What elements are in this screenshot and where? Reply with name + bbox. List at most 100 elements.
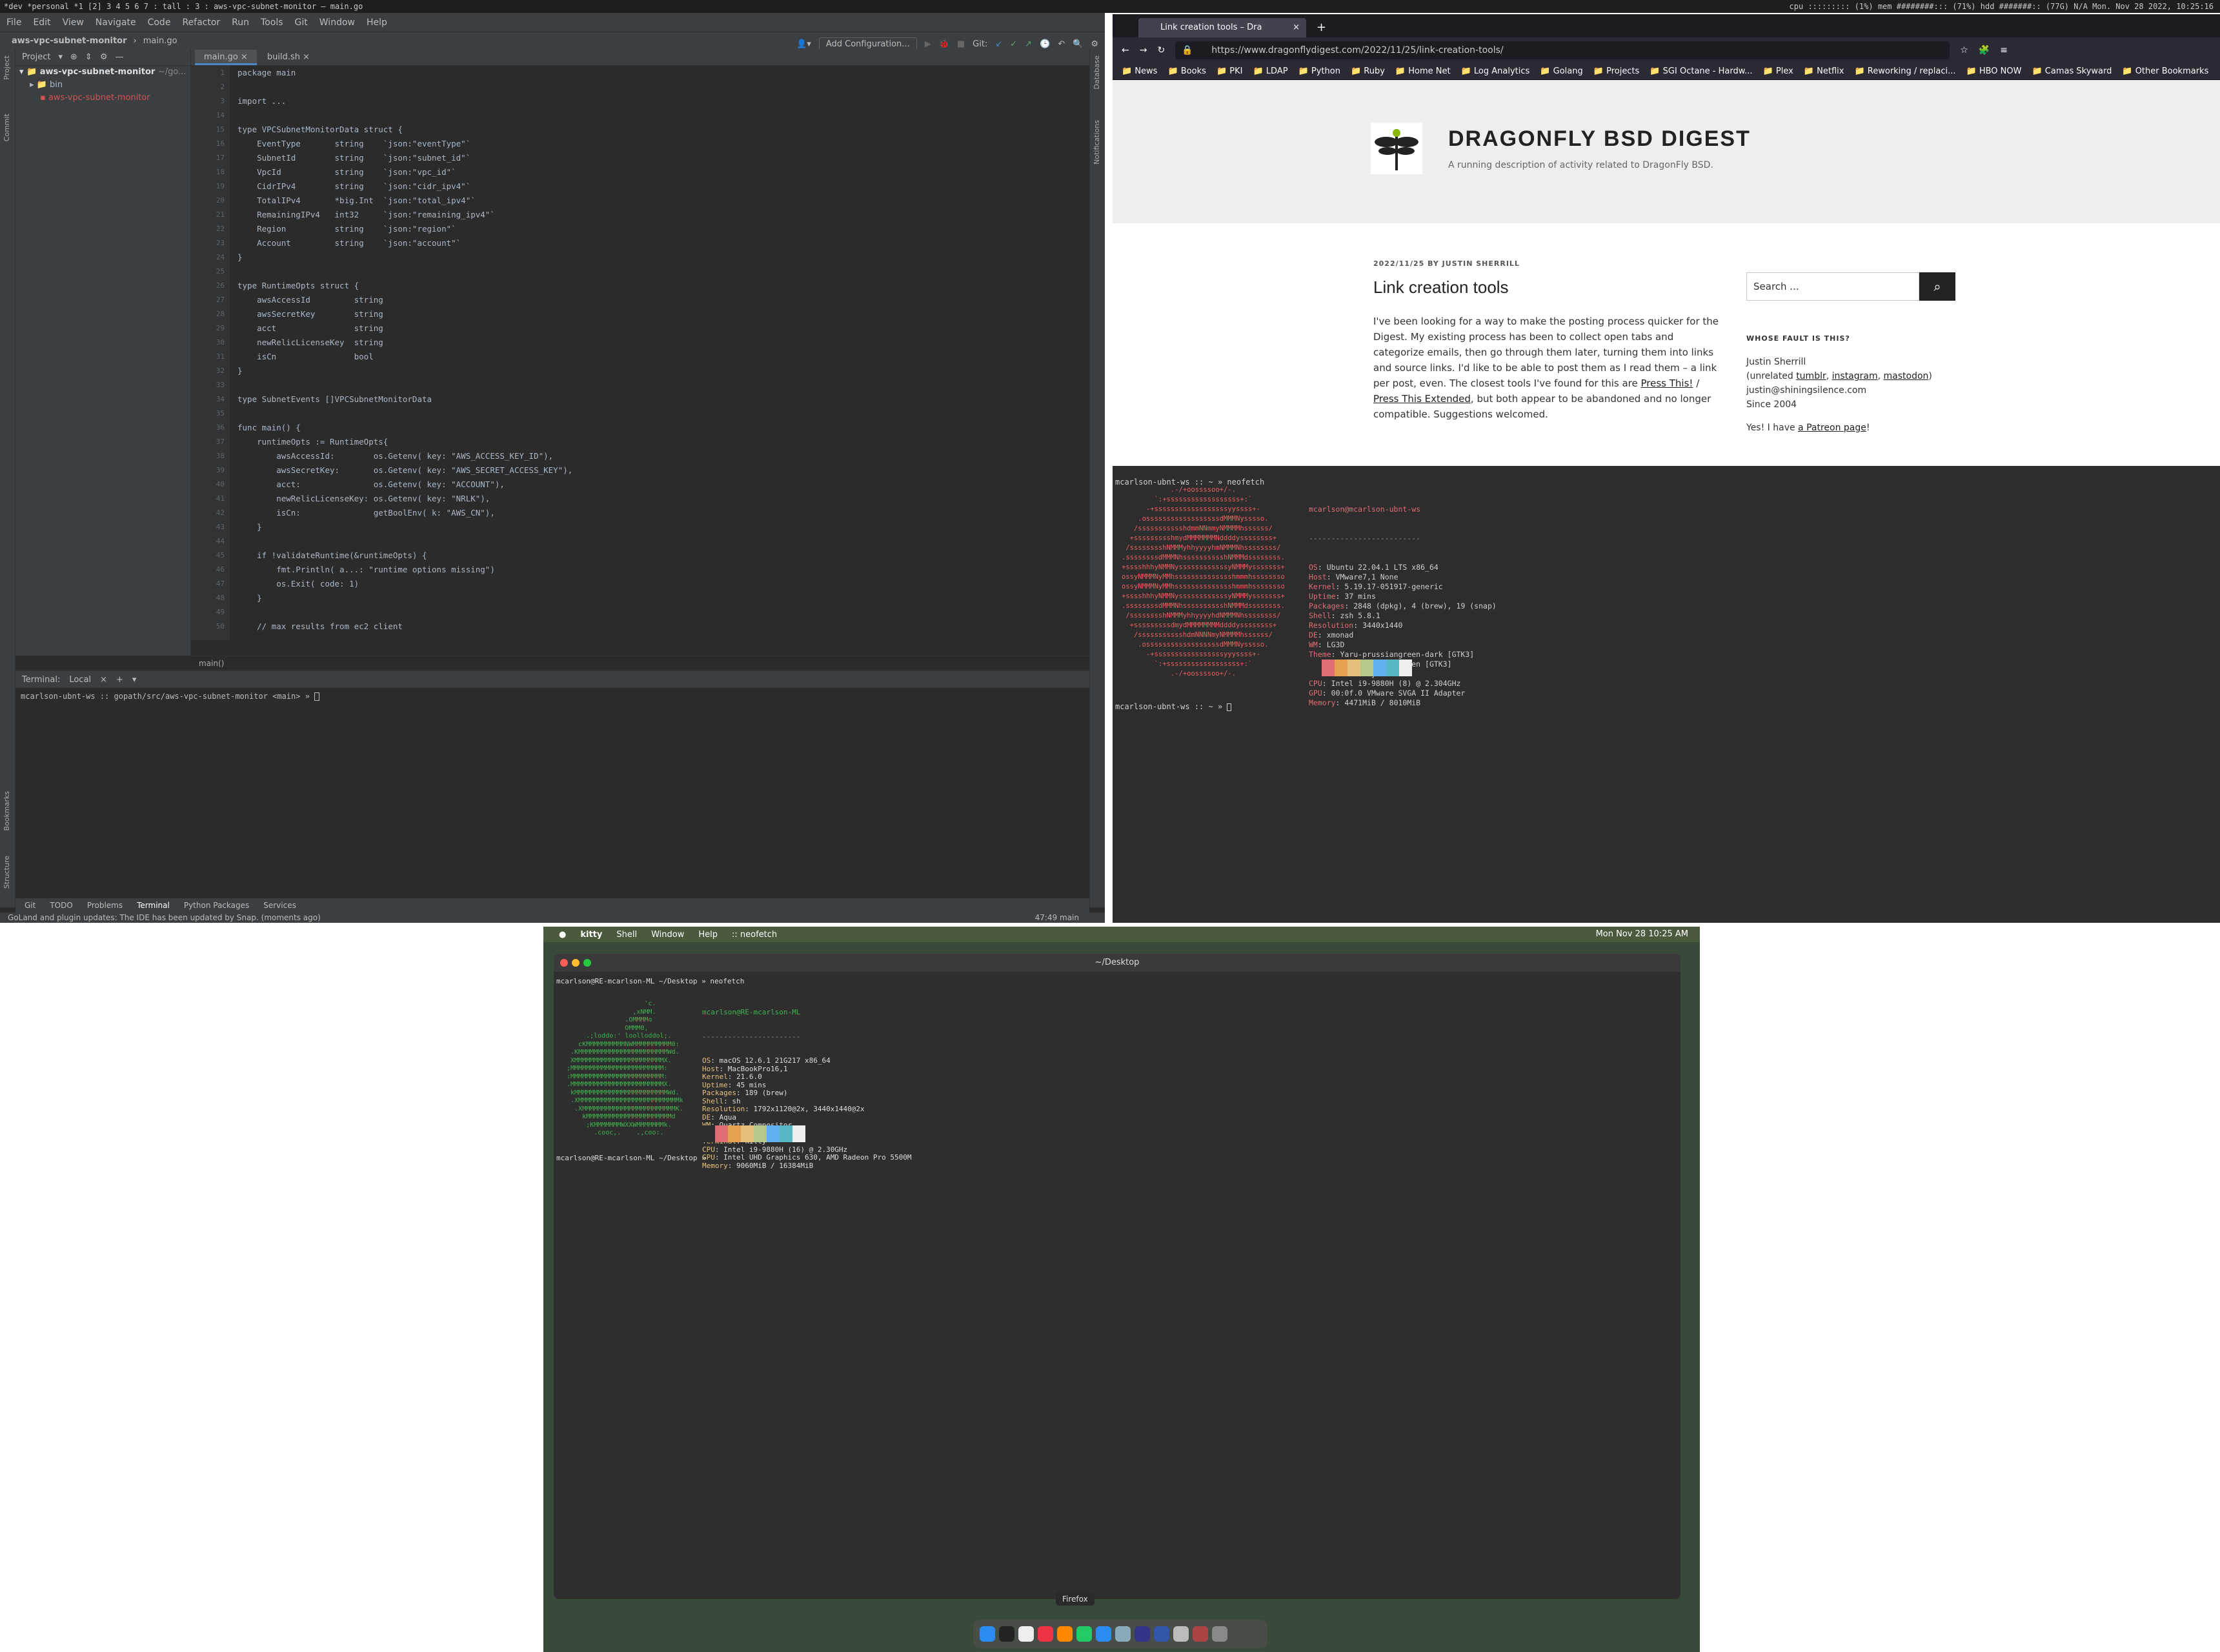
menu-tools[interactable]: Tools (261, 17, 283, 28)
dock-app-icon[interactable] (1173, 1626, 1189, 1642)
code-line[interactable]: awsSecretKey: os.Getenv( key: "AWS_SECRE… (237, 463, 1076, 478)
dock-app-icon[interactable] (1076, 1626, 1092, 1642)
bottom-tab-python-packages[interactable]: Python Packages (184, 901, 249, 910)
bookmark-item[interactable]: 📁 Camas Skyward (2032, 66, 2112, 76)
settings-icon[interactable]: ⚙ (1091, 39, 1098, 49)
code-breadcrumb[interactable]: main() (191, 656, 1089, 670)
code-line[interactable]: } (237, 250, 1076, 265)
code-line[interactable]: acct: os.Getenv( key: "ACCOUNT"), (237, 478, 1076, 492)
url-bar[interactable]: 🔒 https://www.dragonflydigest.com/2022/1… (1175, 41, 1950, 59)
add-terminal-icon[interactable]: + (116, 675, 123, 685)
workspace-indicator[interactable]: *dev *personal *1 [2] 3 4 5 6 7 : tall :… (4, 0, 363, 13)
bookmarks-tool-tab[interactable]: Bookmarks (3, 791, 11, 831)
project-dropdown[interactable]: Project (22, 52, 50, 62)
code-line[interactable]: awsAccessId string (237, 293, 1076, 307)
status-message[interactable]: GoLand and plugin updates: The IDE has b… (8, 913, 321, 922)
stop-icon[interactable]: ■ (957, 39, 965, 49)
nav-file[interactable]: main.go (143, 36, 177, 46)
mac-menu-item[interactable]: kitty (580, 930, 602, 940)
bookmark-item[interactable]: 📁 Netflix (1804, 66, 1844, 76)
post-meta[interactable]: 2022/11/25 BY JUSTIN SHERRILL (1373, 259, 1520, 268)
kitty-terminal-body[interactable]: mcarlson@RE-mcarlson-ML ~/Desktop » neof… (554, 972, 1680, 1599)
code-line[interactable] (237, 605, 1076, 620)
search-input[interactable]: Search ... (1746, 272, 1919, 301)
code-line[interactable] (237, 378, 1076, 392)
close-tab-icon[interactable]: × (1293, 18, 1300, 37)
menu-view[interactable]: View (63, 17, 84, 28)
code-line[interactable]: SubnetId string `json:"subnet_id"` (237, 151, 1076, 165)
tree-file-binary[interactable]: ▪ aws-vpc-subnet-monitor (15, 92, 190, 105)
user-icon[interactable]: 👤▾ (796, 39, 811, 49)
code-line[interactable]: EventType string `json:"eventType"` (237, 137, 1076, 151)
bookmark-item[interactable]: 📁 Home Net (1395, 66, 1451, 76)
code-line[interactable]: newRelicLicenseKey: os.Getenv( key: "NRL… (237, 492, 1076, 506)
tree-folder-bin[interactable]: ▸ 📁 bin (15, 79, 190, 92)
code-editor[interactable]: main.go × build.sh × 1 2 3 14 15 16 17 18 19 20 21… (191, 49, 1089, 656)
code-line[interactable]: // max results from ec2 client (237, 620, 1076, 634)
lock-icon[interactable]: 🔒 (1182, 41, 1193, 59)
code-line[interactable]: CidrIPv4 string `json:"cidr_ipv4"` (237, 179, 1076, 194)
menu-navigate[interactable]: Navigate (96, 17, 136, 28)
locate-icon[interactable]: ⊕ (70, 52, 77, 62)
menu-icon[interactable]: ≡ (2000, 45, 2008, 55)
code-line[interactable] (237, 407, 1076, 421)
dock-app-icon[interactable] (1057, 1626, 1073, 1642)
menu-code[interactable]: Code (148, 17, 171, 28)
collapse-icon[interactable]: ⇕ (85, 52, 92, 62)
bookmark-item[interactable]: 📁 HBO NOW (1966, 66, 2021, 76)
mac-menu-item[interactable]: Window (651, 930, 684, 940)
code-line[interactable]: newRelicLicenseKey string (237, 336, 1076, 350)
code-line[interactable]: runtimeOpts := RuntimeOpts{ (237, 435, 1076, 449)
minimize-window-icon[interactable] (572, 959, 580, 967)
bottom-tab-problems[interactable]: Problems (87, 901, 123, 910)
menu-refactor[interactable]: Refactor (182, 17, 220, 28)
tumblr-link[interactable]: tumblr (1796, 371, 1826, 381)
cursor-position[interactable]: 47:49 main (1035, 912, 1079, 923)
bookmark-item[interactable]: 📁 Projects (1593, 66, 1640, 76)
tree-root[interactable]: ▾ 📁 aws-vpc-subnet-monitor ~/go... (15, 66, 190, 79)
code-line[interactable]: isCn bool (237, 350, 1076, 364)
code-line[interactable]: VpcId string `json:"vpc_id"` (237, 165, 1076, 179)
patreon-link[interactable]: a Patreon page (1798, 423, 1866, 433)
code-text[interactable]: package main import ... type VPCSubnetMoni… (237, 66, 1076, 640)
code-line[interactable]: TotalIPv4 *big.Int `json:"total_ipv4"` (237, 194, 1076, 208)
code-line[interactable]: RemainingIPv4 int32 `json:"remaining_ipv… (237, 208, 1076, 222)
structure-tool-tab[interactable]: Structure (3, 856, 11, 889)
code-line[interactable] (237, 534, 1076, 549)
tab-build-sh[interactable]: build.sh × (258, 50, 319, 65)
bookmark-item[interactable]: 📁 Python (1298, 66, 1340, 76)
ubuntu-terminal[interactable]: mcarlson-ubnt-ws :: ~ » neofetch .-/+oos… (1113, 466, 2220, 923)
code-line[interactable]: Region string `json:"region"` (237, 222, 1076, 236)
code-line[interactable]: awsSecretKey string (237, 307, 1076, 321)
code-line[interactable]: import ... (237, 94, 1076, 108)
close-icon[interactable]: × (100, 675, 107, 685)
apple-icon[interactable]: ● (559, 930, 566, 940)
code-line[interactable]: } (237, 591, 1076, 605)
notifications-tool-tab[interactable]: Notifications (1093, 120, 1101, 165)
bottom-tab-todo[interactable]: TODO (50, 901, 72, 910)
bookmark-item[interactable]: 📁 SGI Octane - Hardw... (1650, 66, 1752, 76)
search-button[interactable]: ⌕ (1919, 272, 1955, 301)
browser-tab[interactable]: Link creation tools – Dra × (1138, 18, 1306, 37)
dock-app-icon[interactable] (1193, 1626, 1208, 1642)
tab-main-go[interactable]: main.go × (195, 50, 257, 65)
code-line[interactable]: acct string (237, 321, 1076, 336)
code-line[interactable]: os.Exit( code: 1) (237, 577, 1076, 591)
dock-app-icon[interactable] (1018, 1626, 1034, 1642)
post-title[interactable]: Link creation tools (1373, 277, 1509, 297)
bookmark-item[interactable]: 📁 Plex (1763, 66, 1793, 76)
bottom-tab-git[interactable]: Git (25, 901, 35, 910)
code-line[interactable]: if !validateRuntime(&runtimeOpts) { (237, 549, 1076, 563)
code-line[interactable]: fmt.Println( a...: "runtime options miss… (237, 563, 1076, 577)
dock-app-icon[interactable] (1115, 1626, 1131, 1642)
code-line[interactable] (237, 265, 1076, 279)
bookmark-item[interactable]: 📁 Other Bookmarks (2122, 66, 2208, 76)
history-icon[interactable]: 🕒 (1040, 39, 1050, 49)
menu-file[interactable]: File (6, 17, 21, 28)
extensions-icon[interactable]: 🧩 (1979, 45, 1990, 55)
forward-icon[interactable]: → (1140, 45, 1147, 55)
minimize-icon[interactable]: — (115, 52, 123, 62)
dragonfly-logo[interactable] (1371, 123, 1422, 174)
dock-app-icon[interactable] (1212, 1626, 1227, 1642)
search-icon[interactable]: 🔍 (1073, 39, 1083, 49)
